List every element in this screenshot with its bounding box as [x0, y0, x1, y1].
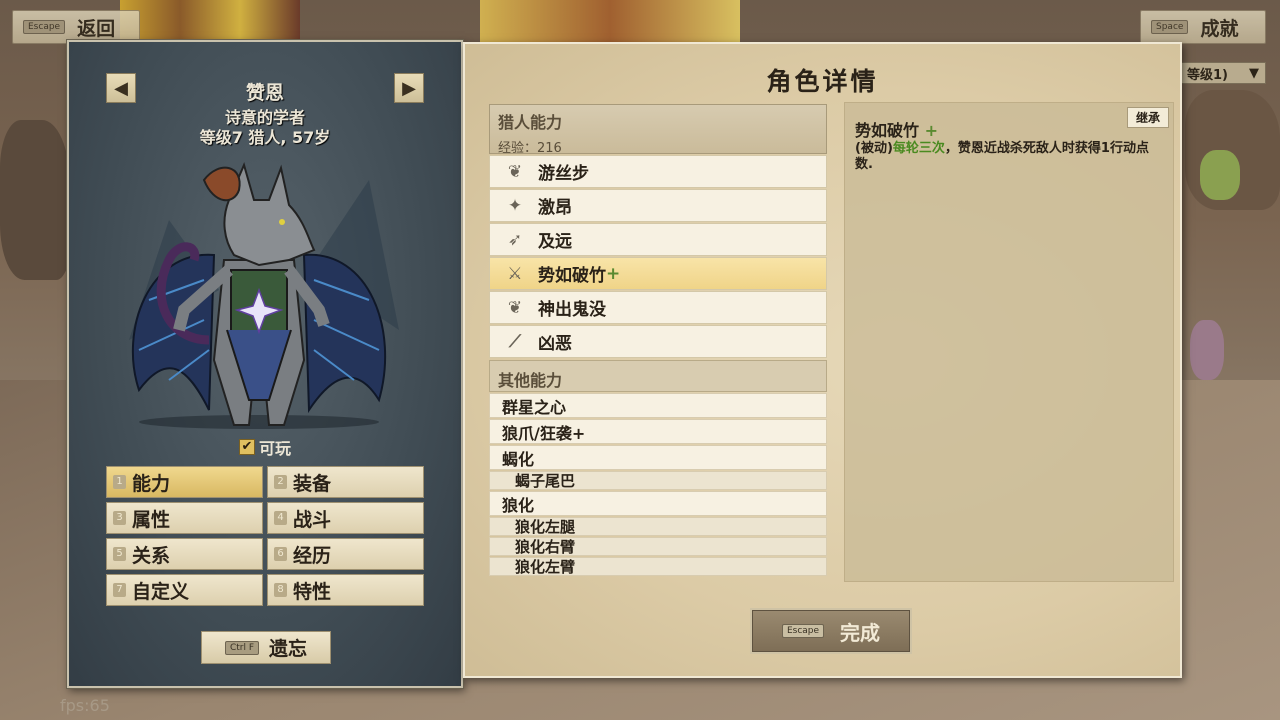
inherit-tag: 继承: [1126, 107, 1169, 128]
character-name: 赞恩: [245, 82, 284, 104]
tab-customize[interactable]: 7 自定义: [106, 574, 263, 606]
playable-checkbox[interactable]: ✔: [238, 439, 255, 455]
forget-button[interactable]: Ctrl F 遗忘: [201, 631, 331, 664]
done-button[interactable]: Escape 完成: [752, 610, 910, 652]
tab-history[interactable]: 6 经历: [267, 538, 424, 570]
tab-grid: 1 能力 2 装备 3 属性 4 战斗 5 关系 6 经历 7 自定义 8 特性: [106, 466, 424, 606]
hotkey-badge: 1: [113, 475, 126, 489]
other-ability-item[interactable]: 狼爪/狂袭+: [489, 419, 827, 444]
tab-combat[interactable]: 4 战斗: [267, 502, 424, 534]
other-abilities-header: 其他能力: [489, 360, 827, 392]
hotkey-badge: 2: [274, 475, 287, 489]
tab-label: 装备: [293, 472, 332, 495]
arrow-streak-icon: ➶: [507, 229, 523, 250]
claw-icon: ⟋: [509, 331, 521, 352]
hotkey-badge: 5: [113, 547, 126, 561]
hotkey-badge: 4: [274, 511, 287, 525]
other-ability-subitem[interactable]: 狼化左腿: [489, 517, 827, 536]
hunter-abilities-title: 猎人能力: [498, 113, 563, 132]
ability-detail-title: 势如破竹 +: [855, 117, 938, 141]
forget-label: 遗忘: [269, 638, 308, 660]
character-panel: ◀ ▶ 赞恩 诗意的学者 等级7 猎人, 57岁 ✔ 可玩 1 能力 2 装备 …: [67, 40, 463, 688]
ability-label: 激昂: [538, 198, 572, 218]
ability-label: 凶恶: [538, 334, 572, 354]
ability-description: (被动)每轮三次，赞恩近战杀死敌人时获得1行动点数.: [855, 141, 1165, 173]
back-button[interactable]: Escape 返回: [12, 10, 140, 44]
tab-label: 关系: [132, 544, 171, 567]
other-ability-subitem[interactable]: 蝎子尾巴: [489, 471, 827, 490]
tab-label: 战斗: [293, 508, 332, 531]
achievements-label: 成就: [1200, 17, 1239, 40]
tab-label: 能力: [132, 472, 171, 495]
escape-key-badge: Escape: [781, 624, 825, 638]
ability-item[interactable]: ✦ 激昂: [489, 189, 827, 222]
tab-label: 经历: [293, 544, 332, 567]
character-level: 等级7 猎人, 57岁: [199, 128, 331, 147]
playable-label: 可玩: [258, 439, 291, 458]
other-ability-subitem[interactable]: 狼化右臂: [489, 537, 827, 556]
creature-figure: [1190, 320, 1224, 380]
tab-label: 自定义: [132, 580, 190, 603]
hotkey-badge: 8: [274, 583, 287, 597]
space-key-badge: Space: [1151, 20, 1189, 34]
rock-decoration: [0, 120, 70, 280]
character-details-panel: 角色详情 猎人能力 经验：216 ❦ 游丝步 ✦ 激昂 ➶ 及远 ⚔ 势如破竹 +…: [463, 42, 1182, 678]
tab-label: 特性: [293, 580, 332, 603]
ability-detail-box: 继承 势如破竹 + (被动)每轮三次，赞恩近战杀死敌人时获得1行动点数.: [844, 102, 1174, 582]
level-dropdown[interactable]: 等级1) ▼: [1180, 62, 1266, 84]
desc-highlight: 每轮三次: [892, 141, 945, 156]
detail-title-text: 势如破竹: [855, 121, 920, 140]
feather-icon: ❦: [507, 161, 523, 182]
tab-abilities[interactable]: 1 能力: [106, 466, 263, 498]
ability-item[interactable]: ⟋ 凶恶: [489, 325, 827, 358]
experience-label: 经验：216: [498, 141, 562, 156]
fps-counter: fps:65: [60, 696, 110, 715]
other-ability-item[interactable]: 蝎化: [489, 445, 827, 470]
playable-toggle[interactable]: ✔ 可玩: [69, 435, 461, 459]
achievements-button[interactable]: Space 成就: [1140, 10, 1266, 44]
hotkey-badge: 7: [113, 583, 126, 597]
ability-list[interactable]: 猎人能力 经验：216 ❦ 游丝步 ✦ 激昂 ➶ 及远 ⚔ 势如破竹 + ❦ 神出…: [489, 104, 827, 582]
hotkey-badge: 3: [113, 511, 126, 525]
cloak-icon: ❦: [507, 297, 523, 318]
character-portrait: [129, 162, 399, 429]
desc-prefix: (被动): [855, 141, 893, 156]
tab-relations[interactable]: 5 关系: [106, 538, 263, 570]
panel-title: 角色详情: [766, 67, 879, 96]
ability-label: 神出鬼没: [538, 300, 606, 320]
ability-label: 势如破竹: [538, 266, 606, 286]
detail-title-plus: +: [924, 121, 938, 140]
done-label: 完成: [840, 620, 881, 645]
chevron-down-icon: ▼: [1249, 65, 1259, 81]
sparkle-icon: ✦: [507, 195, 523, 216]
escape-key-badge: Escape: [23, 20, 66, 34]
tab-label: 属性: [132, 508, 171, 531]
tab-attributes[interactable]: 3 属性: [106, 502, 263, 534]
other-ability-item[interactable]: 狼化: [489, 491, 827, 516]
hotkey-badge: 6: [274, 547, 287, 561]
ability-item[interactable]: ➶ 及远: [489, 223, 827, 256]
ability-label: 游丝步: [538, 164, 589, 184]
ability-item[interactable]: ❦ 神出鬼没: [489, 291, 827, 324]
creature-figure: [1200, 150, 1240, 200]
back-label: 返回: [77, 17, 116, 40]
tab-equipment[interactable]: 2 装备: [267, 466, 424, 498]
tab-traits[interactable]: 8 特性: [267, 574, 424, 606]
level-dropdown-label: 等级1): [1187, 67, 1228, 83]
ctrl-f-key-badge: Ctrl F: [224, 640, 260, 655]
sword-strike-icon: ⚔: [507, 263, 523, 284]
other-ability-subitem[interactable]: 狼化左臂: [489, 557, 827, 576]
other-ability-item[interactable]: 群星之心: [489, 393, 827, 418]
ability-label: 及远: [538, 232, 572, 252]
hunter-abilities-header: 猎人能力 经验：216: [489, 104, 827, 156]
ability-item[interactable]: ❦ 游丝步: [489, 155, 827, 188]
ability-item-selected[interactable]: ⚔ 势如破竹 +: [489, 257, 827, 290]
upgrade-plus: +: [606, 263, 621, 284]
